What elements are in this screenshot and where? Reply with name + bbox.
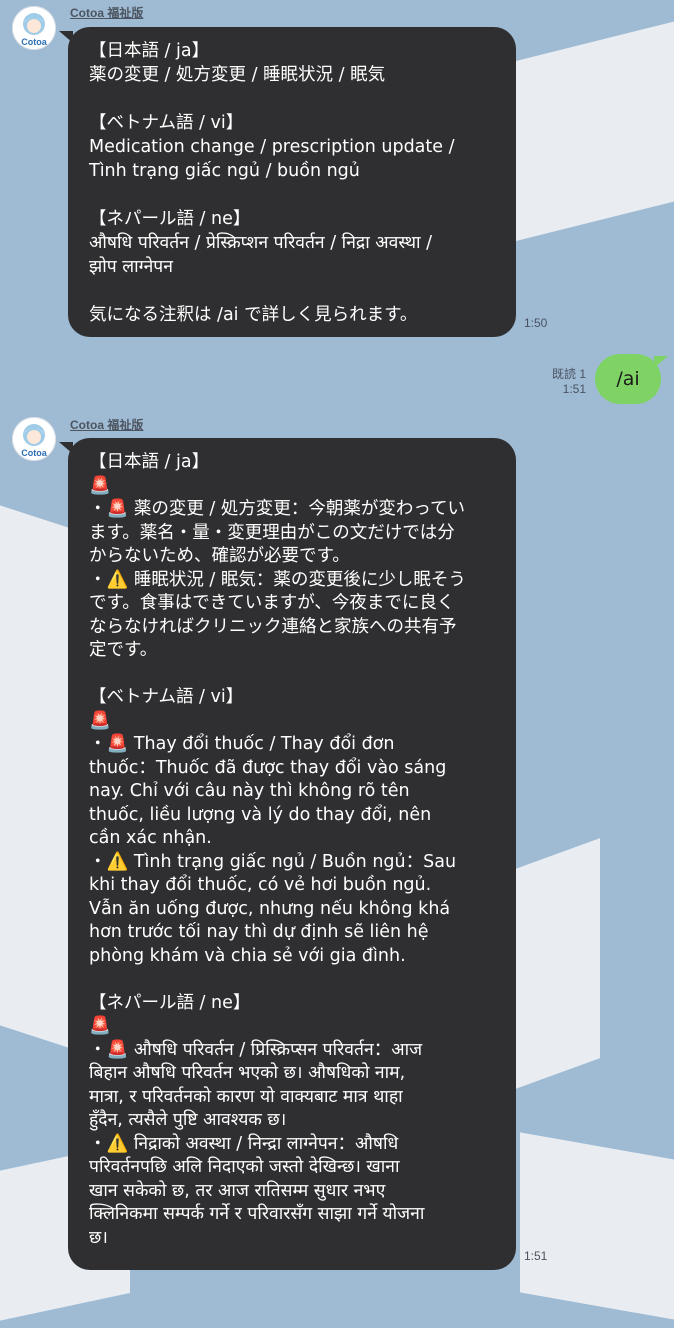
message-line: खान सकेको छ, तर आज रातिसम्म सुधार नभए — [89, 1180, 386, 1201]
message-timestamp: 1:50 — [524, 316, 548, 330]
bot-avatar[interactable]: Cotoa — [12, 6, 56, 50]
message-timestamp: 1:51 — [562, 382, 586, 396]
sender-name[interactable]: Cotoa 福祉版 — [70, 4, 143, 21]
message-line: छ। — [89, 1227, 108, 1248]
message-line: ・⚠️ निद्राको अवस्था / निन्द्रा लाग्नेपन：… — [89, 1133, 399, 1154]
message-line: thuốc：Thuốc đã được thay đổi vào sáng — [89, 757, 447, 778]
message-line: ・⚠️ Tình trạng giấc ngủ / Buồn ngủ：Sau — [89, 851, 457, 872]
message-line: nay. Chỉ với câu này thì không rõ tên — [89, 781, 410, 801]
message-line: ならなければクリニック連絡と家族への共有予 — [89, 616, 457, 637]
message-line: हुँदैन, त्यसैले पुष्टि आवश्यक छ। — [89, 1110, 287, 1130]
svg-text:Cotoa: Cotoa — [21, 448, 47, 458]
message-line: ・⚠️ 睡眠状況 / 眠気：薬の変更後に少し眠そう — [89, 569, 466, 590]
background-shape — [520, 1132, 674, 1328]
message-line: Tình trạng giấc ngủ / buồn ngủ — [89, 161, 360, 181]
message-line — [89, 663, 498, 687]
message-line: 【日本語 / ja】 — [89, 452, 210, 472]
message-line — [89, 279, 498, 303]
message-line — [89, 183, 498, 207]
message-line: 【ベトナム語 / vi】 — [89, 113, 244, 133]
message-line: cần xác nhận. — [89, 828, 212, 848]
message-line: झोप लाग्नेपन — [89, 257, 173, 277]
message-line: ・🚨 औषधि परिवर्तन / प्रिस्क्रिप्सन परिवर्… — [89, 1039, 423, 1060]
message-line: ・🚨 薬の変更 / 処方変更：今朝薬が変わってい — [89, 499, 465, 519]
message-line: 【日本語 / ja】 — [89, 41, 210, 61]
sender-name[interactable]: Cotoa 福祉版 — [70, 416, 143, 433]
message-line: औषधि परिवर्तन / प्रेस्क्रिप्शन परिवर्तन … — [89, 233, 433, 253]
message-line: परिवर्तनपछि अलि निदाएको जस्तो देखिन्छ। ख… — [89, 1157, 400, 1177]
alert-icon: 🚨 — [89, 710, 111, 731]
message-line — [89, 87, 498, 111]
message-line: thuốc, liều lượng và lý do thay đổi, nên — [89, 804, 432, 825]
message-line: 気になる注釈は /ai で詳しく見られます。 — [89, 305, 418, 325]
message-line: 【ネパール語 / ne】 — [89, 992, 251, 1013]
message-line: क्लिनिकमा सम्पर्क गर्ने र परिवारसँग साझा… — [89, 1204, 425, 1224]
message-line: ・🚨 Thay đổi thuốc / Thay đổi đơn — [89, 734, 395, 754]
message-line: からないため、確認が必要です。 — [89, 546, 350, 566]
message-bubble[interactable]: 【日本語 / ja】 🚨 ・🚨 薬の変更 / 処方変更：今朝薬が変わってい ます… — [59, 438, 516, 1270]
message-line: です。食事はできていますが、今夜までに良く — [89, 593, 455, 613]
message-line: Medication change / prescription update … — [89, 137, 455, 157]
message-line: मात्रा, र परिवर्तनको कारण यो वाक्यबाट मा… — [89, 1086, 403, 1107]
avatar-icon: Cotoa — [13, 418, 55, 460]
message-line: ます。薬名・量・変更理由がこの文だけでは分 — [89, 522, 455, 543]
message-line: 【ベトナム語 / vi】 — [89, 687, 244, 707]
bot-avatar[interactable]: Cotoa — [12, 417, 56, 461]
message-line: 定です。 — [89, 640, 158, 660]
message-line: phòng khám và chia sẻ với gia đình. — [89, 945, 406, 966]
message-line: hơn trước tối nay thì dự định sẽ liên hệ — [89, 922, 429, 942]
message-timestamp: 1:51 — [524, 1249, 548, 1263]
alert-icon: 🚨 — [89, 475, 111, 496]
read-count: 既読 1 — [551, 367, 586, 381]
message-line: Vẫn ăn uống được, nhưng nếu không khá — [89, 898, 451, 919]
read-receipt: 既読 1 1:51 — [540, 367, 586, 397]
message-line: khi thay đổi thuốc, có vẻ hơi buồn ngủ. — [89, 875, 432, 895]
my-message-bubble[interactable]: /ai — [595, 354, 668, 404]
message-bubble[interactable]: 【日本語 / ja】 薬の変更 / 処方変更 / 睡眠状況 / 眠気 【ベトナム… — [59, 27, 516, 337]
message-line: 薬の変更 / 処方変更 / 睡眠状況 / 眠気 — [89, 65, 386, 85]
avatar-icon: Cotoa — [13, 7, 55, 49]
alert-icon: 🚨 — [89, 1016, 111, 1036]
message-line: बिहान औषधि परिवर्तन भएको छ। औषधिको नाम, — [89, 1063, 406, 1083]
message-line — [89, 968, 498, 992]
message-line: 【ネパール語 / ne】 — [89, 209, 251, 229]
svg-text:Cotoa: Cotoa — [21, 37, 47, 47]
